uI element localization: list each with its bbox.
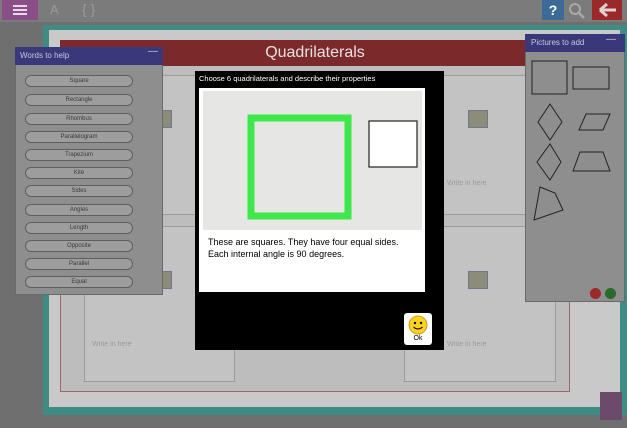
word-button-opposite[interactable]: Opposite — [25, 240, 133, 252]
squares-picture — [203, 91, 422, 230]
word-button-kite[interactable]: Kite — [25, 167, 133, 179]
picture-placeholder-icon[interactable] — [468, 271, 488, 289]
help-button[interactable]: ? — [542, 0, 564, 20]
write-here-field[interactable]: Write in here — [447, 341, 487, 348]
ok-label[interactable]: Ok — [404, 335, 432, 342]
magnifier-icon[interactable] — [567, 2, 587, 20]
smiley-face-icon[interactable] — [407, 315, 429, 335]
irregular-quadrilateral-shape[interactable] — [533, 186, 564, 221]
small-white-square — [368, 120, 418, 168]
hamburger-menu-icon — [13, 9, 27, 11]
words-minimize-button[interactable]: — — [148, 46, 158, 57]
trash-can-icon[interactable] — [600, 392, 622, 420]
picture-placeholder-icon[interactable] — [468, 110, 488, 128]
dialog-title: Choose 6 quadrilaterals and describe the… — [199, 74, 376, 83]
pictures-panel-title: Pictures to add — [531, 38, 585, 47]
word-button-length[interactable]: Length — [25, 222, 133, 234]
back-arrow-icon[interactable] — [592, 0, 622, 20]
rhombus-shape[interactable] — [537, 103, 563, 141]
write-here-field[interactable]: Write in here — [447, 180, 487, 187]
square-shape[interactable] — [531, 60, 568, 95]
add-icon[interactable] — [605, 288, 616, 299]
words-panel-title: Words to help — [20, 51, 70, 60]
word-button-parallelogram[interactable]: Parallelogram — [25, 131, 133, 143]
dialog-description: These are squares. They have four equal … — [208, 237, 399, 259]
rectangle-shape[interactable] — [572, 66, 610, 90]
word-button-equal[interactable]: Equal — [25, 276, 133, 288]
hamburger-menu-icon — [13, 5, 27, 7]
word-button-sides[interactable]: Sides — [25, 185, 133, 197]
word-button-rectangle[interactable]: Rectangle — [25, 94, 133, 106]
word-button-parallel[interactable]: Parallel — [25, 258, 133, 270]
word-button-angles[interactable]: Angles — [25, 204, 133, 216]
shape-gallery — [531, 60, 611, 221]
brace-tool-button[interactable]: { } — [82, 1, 95, 17]
menu-button[interactable] — [2, 0, 38, 20]
write-here-field[interactable]: Write in here — [92, 341, 132, 348]
pictures-minimize-button[interactable]: — — [606, 34, 616, 45]
trapezium-shape[interactable] — [572, 151, 611, 172]
text-tool-button[interactable]: A — [50, 2, 59, 17]
remove-icon[interactable] — [590, 288, 601, 299]
parallelogram-shape[interactable] — [578, 113, 611, 131]
hamburger-menu-icon — [13, 13, 27, 15]
word-button-rhombus[interactable]: Rhombus — [25, 113, 133, 125]
kite-shape[interactable] — [536, 143, 562, 181]
word-button-square[interactable]: Square — [25, 75, 133, 87]
word-button-trapezium[interactable]: Trapezium — [25, 149, 133, 161]
